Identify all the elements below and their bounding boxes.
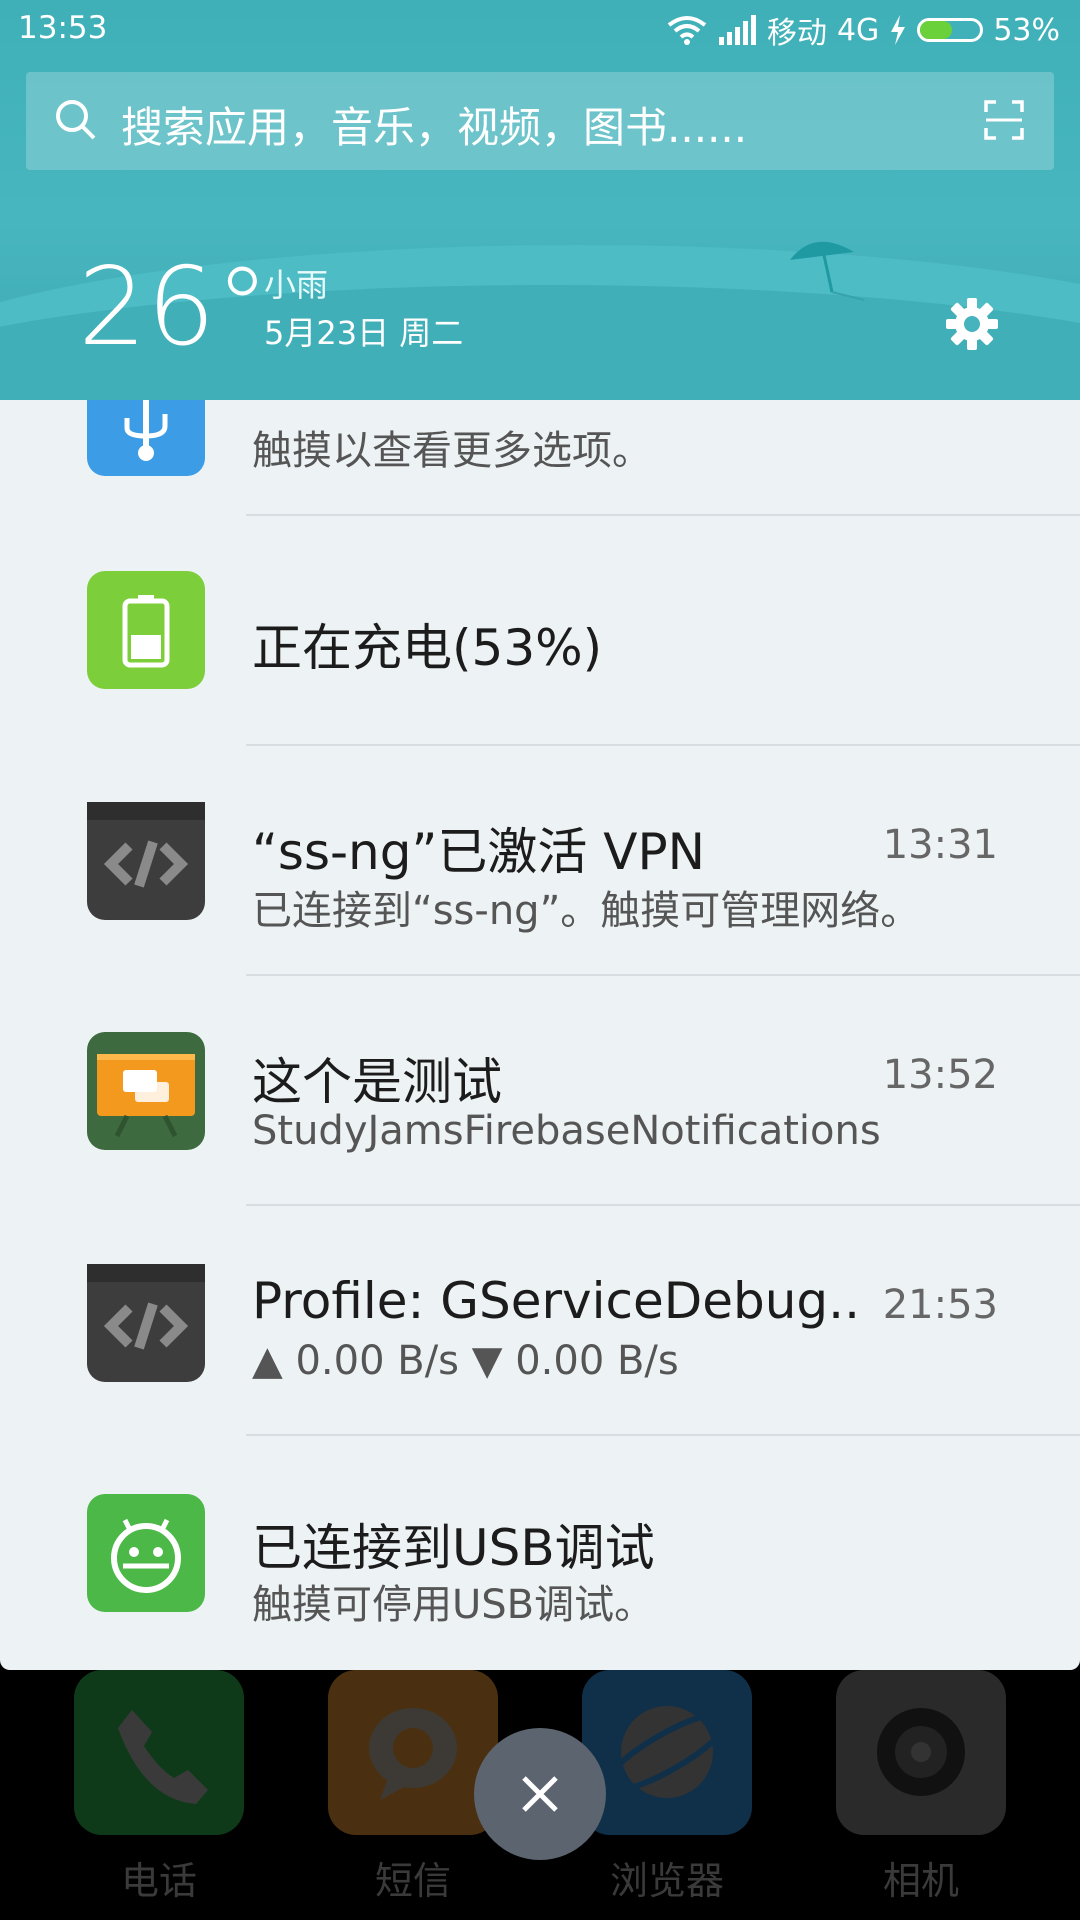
scan-icon[interactable]: [984, 100, 1024, 140]
status-icons: 移动 4G 53%: [667, 10, 1060, 51]
search-icon: [56, 100, 96, 140]
vpn-app-icon: [87, 802, 205, 920]
notification-title: Profile: GServiceDebug..: [252, 1272, 860, 1330]
notification-subtitle: 触摸以查看更多选项。: [252, 428, 652, 474]
camera-icon: [877, 1708, 965, 1796]
notification-usb[interactable]: 触摸以查看更多选项。: [0, 400, 1080, 500]
dock-camera-app[interactable]: [836, 1670, 1006, 1835]
battery-percent: 53%: [993, 12, 1060, 48]
notification-title: 这个是测试: [252, 1053, 502, 1111]
dock-message-app[interactable]: [328, 1670, 498, 1835]
signal-icon: [718, 15, 756, 45]
notification-firebase-test[interactable]: 这个是测试 StudyJamsFirebaseNotifications 13:…: [0, 976, 1080, 1206]
umbrella-icon: [790, 241, 864, 301]
temperature[interactable]: 26°: [78, 245, 269, 370]
dock-browser-app[interactable]: [582, 1670, 752, 1835]
notification-time: 13:52: [882, 1052, 998, 1098]
search-bar[interactable]: 搜索应用，音乐，视频，图书......: [26, 72, 1054, 170]
close-icon: [522, 1776, 558, 1812]
weather-date: 5月23日 周二: [264, 314, 464, 352]
notification-title: 正在充电(53%): [252, 619, 603, 677]
gear-icon[interactable]: [944, 296, 1000, 352]
clear-notifications-button[interactable]: [474, 1728, 606, 1860]
notification-usb-debug[interactable]: 已连接到USB调试 触摸可停用USB调试。: [0, 1436, 1080, 1666]
dock-label: 短信: [374, 1859, 451, 1903]
dock-label: 相机: [882, 1859, 959, 1903]
status-bar: 13:53 移动 4G 53%: [0, 0, 1080, 60]
notification-time: 21:53: [882, 1282, 998, 1328]
notification-subtitle: 已连接到“ss-ng”。触摸可管理网络。: [252, 888, 921, 934]
wifi-icon: [667, 16, 707, 45]
battery-level-fill: [920, 21, 953, 39]
notification-title: 已连接到USB调试: [252, 1519, 655, 1577]
search-placeholder: 搜索应用，音乐，视频，图书......: [121, 103, 748, 152]
notification-vpn[interactable]: “ss-ng”已激活 VPN 已连接到“ss-ng”。触摸可管理网络。 13:3…: [0, 746, 1080, 976]
notification-charging[interactable]: 正在充电(53%): [0, 516, 1080, 746]
notification-subtitle: 触摸可停用USB调试。: [252, 1582, 655, 1628]
notification-title: “ss-ng”已激活 VPN: [252, 823, 706, 881]
notification-panel: 触摸以查看更多选项。 正在充电(53%) “ss-ng”已激活 VPN 已连接到…: [0, 400, 1080, 1670]
weather-description: 小雨: [264, 266, 329, 304]
battery-charging-icon: [87, 571, 205, 689]
message-icon: [369, 1708, 457, 1800]
network-type: 4G: [836, 12, 880, 48]
phone-icon: [118, 1710, 208, 1804]
carrier-label: 移动: [766, 16, 827, 51]
battery-icon: [917, 18, 984, 42]
charging-bolt-icon: [891, 15, 906, 45]
dock-phone-app[interactable]: [74, 1670, 244, 1835]
status-time: 13:53: [18, 10, 108, 46]
firebase-notification-icon: [87, 1032, 205, 1150]
notification-time: 13:31: [882, 822, 998, 868]
notification-profile[interactable]: Profile: GServiceDebug.. ▲ 0.00 B/s ▼ 0.…: [0, 1206, 1080, 1436]
notification-subtitle: ▲ 0.00 B/s ▼ 0.00 B/s: [252, 1338, 679, 1384]
browser-icon: [602, 1706, 732, 1798]
weather-header: 13:53 移动 4G 53% 搜索应用，音乐，视频，图书...... 26° …: [0, 0, 1080, 400]
notification-subtitle: StudyJamsFirebaseNotifications: [252, 1108, 881, 1154]
android-debug-icon: [87, 1494, 205, 1612]
dock-label: 电话: [120, 1859, 197, 1903]
usb-icon: [87, 400, 205, 476]
vpn-app-icon: [87, 1264, 205, 1382]
dock-label: 浏览器: [609, 1859, 724, 1903]
